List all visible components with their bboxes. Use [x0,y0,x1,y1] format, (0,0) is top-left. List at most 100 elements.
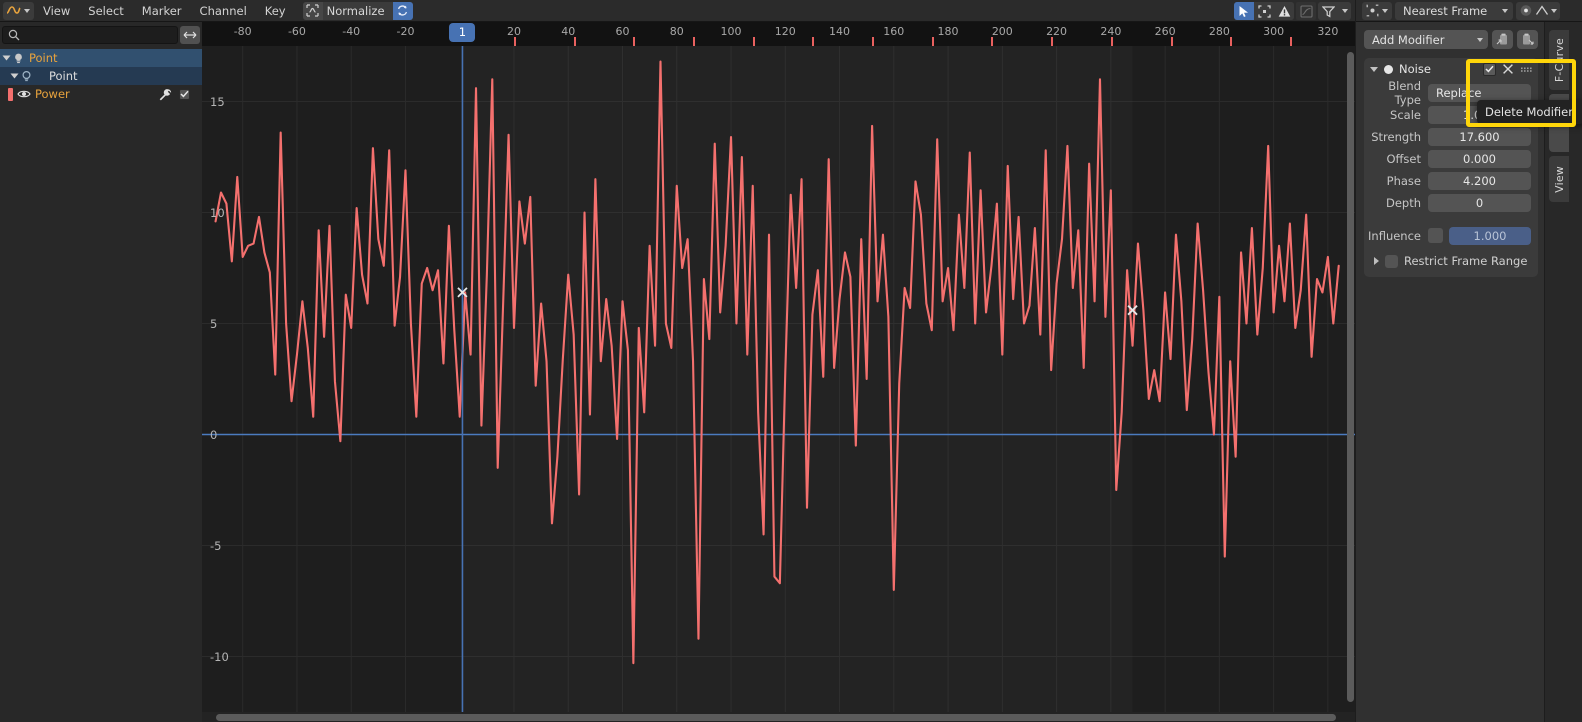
cursor-select-icon[interactable] [1234,2,1254,20]
expand-horizontal-icon[interactable] [180,26,200,44]
copy-to-selected-icon[interactable] [1492,30,1513,49]
error-icon[interactable] [1274,2,1294,20]
smooth-handle-icon[interactable] [1535,4,1549,17]
modifier-type-icon [1384,64,1393,74]
strength-field[interactable]: 17.600 [1428,127,1531,146]
channel-search-row [2,24,200,46]
influence-checkbox[interactable] [1428,228,1443,243]
phase-field[interactable]: 4.200 [1428,171,1531,190]
tab-f-curve[interactable]: F-Curve [1549,30,1569,90]
active-frame-range-band [462,46,1132,712]
offset-field[interactable]: 0.000 [1428,149,1531,168]
channel-row-fcurve-power[interactable]: Power [0,85,202,103]
keyframe-tick [573,37,576,46]
add-modifier-row: Add Modifier [1356,22,1544,49]
graph-plot-region[interactable]: -80 -60 -40 -20 20 40 60 80 100 120 140 160 180 200 22… [202,22,1355,722]
x-axis-tick-label: 220 [1046,25,1068,38]
fcurve-plot[interactable]: 15 10 5 0 -5 -10 [202,46,1355,712]
pivot-and-handle-group [1516,1,1560,20]
menu-channel[interactable]: Channel [191,0,256,22]
tab-view[interactable]: View [1549,156,1569,202]
filter-chevron-icon[interactable] [1338,2,1351,20]
keyframe-tick [1289,37,1292,46]
depth-field[interactable]: 0 [1428,193,1531,212]
normalize-group: Normalize [302,1,413,20]
normalize-icon[interactable] [302,1,323,20]
normalize-label[interactable]: Normalize [323,2,393,20]
drag-grip-icon[interactable] [1520,63,1532,75]
channel-row-icons [158,88,190,101]
graph-editor-header-right: Nearest Frame [1356,0,1582,22]
graph-editor-header: View Select Marker Channel Key Normalize [0,0,1355,22]
menu-select[interactable]: Select [79,0,132,22]
refresh-icon[interactable] [392,1,413,20]
x-axis-tick-label: 120 [774,25,796,38]
wrench-icon[interactable] [158,88,172,101]
x-axis-tick-label: 100 [720,25,742,38]
expand-triangle-icon[interactable] [10,73,19,79]
eye-icon[interactable] [17,88,31,100]
editor-type-selector[interactable] [3,1,34,20]
light-object-icon [15,53,22,63]
property-row-phase: Phase 4.200 [1364,171,1531,190]
x-axis-tick-label: 200 [991,25,1013,38]
property-label: Depth [1385,195,1421,210]
tab-label: View [1552,165,1566,193]
channel-label: Point [49,69,78,83]
restrict-frame-range-row[interactable]: Restrict Frame Range [1364,245,1538,268]
x-icon[interactable] [1502,63,1514,75]
ghost-curves-icon[interactable] [1296,2,1316,20]
graph-editor-icon [6,6,21,14]
filter-icon[interactable] [1318,2,1338,20]
y-axis-tick-label: 15 [210,94,225,109]
chevron-down-icon[interactable] [1370,66,1378,72]
channel-enable-checkbox[interactable] [179,88,190,100]
proportional-edit-icon[interactable] [1362,1,1392,20]
vertical-scrollbar[interactable] [1345,48,1355,710]
property-label: Blend Type [1388,78,1421,107]
chevron-down-icon [1502,8,1508,13]
pivot-icon[interactable] [1519,4,1533,17]
blend-type-dropdown[interactable]: Replace [1428,83,1531,102]
channel-label: Point [29,51,58,65]
current-frame-badge[interactable]: 1 [449,23,476,42]
property-row-influence: Influence 1.000 [1364,226,1531,245]
box-select-icon[interactable] [1254,2,1274,20]
keyframe-tick [633,37,636,46]
search-input[interactable] [2,26,178,44]
x-axis-tick-label: 180 [937,25,959,38]
vertical-scrollbar-thumb[interactable] [1347,52,1354,702]
modifier-enable-checkbox[interactable] [1483,62,1496,76]
x-axis-tick-label: -40 [342,25,361,38]
snap-mode-dropdown[interactable]: Nearest Frame [1395,1,1513,20]
keyframe-tick [513,37,516,46]
x-axis-tick-label: 280 [1208,25,1230,38]
horizontal-scrollbar[interactable] [202,712,1355,722]
channel-label: Power [35,87,70,101]
keyframe-tick [872,37,875,46]
paste-icon[interactable] [1517,30,1538,49]
menu-view[interactable]: View [34,0,79,22]
modifier-name: Noise [1399,62,1431,76]
menu-marker[interactable]: Marker [133,0,191,22]
property-label: Strength [1371,129,1421,144]
channel-row-data-point[interactable]: Point [0,67,202,85]
modifier-header[interactable]: Noise [1364,58,1538,80]
modifiers-sidebar: Add Modifier Noise Blend Type Replace Sc… [1356,22,1544,722]
channel-row-object-point[interactable]: Point [0,49,202,67]
select-mode-group [1234,2,1294,20]
chevron-right-icon[interactable] [1374,257,1379,265]
keyframe-tick [1110,37,1113,46]
horizontal-scrollbar-thumb[interactable] [216,714,1336,721]
property-label: Phase [1386,173,1421,188]
expand-triangle-icon[interactable] [2,55,11,61]
add-modifier-button[interactable]: Add Modifier [1364,30,1488,49]
menu-key[interactable]: Key [256,0,295,22]
filter-group [1318,2,1351,20]
x-axis-tick-label: 80 [669,25,684,38]
keyframe-tick [931,37,934,46]
influence-field[interactable]: 1.000 [1449,226,1531,245]
timeline-scrub-bar[interactable]: -80 -60 -40 -20 20 40 60 80 100 120 140 160 180 200 22… [202,22,1355,46]
x-axis-tick-label: -80 [233,25,252,38]
restrict-frame-range-checkbox[interactable] [1385,254,1398,268]
